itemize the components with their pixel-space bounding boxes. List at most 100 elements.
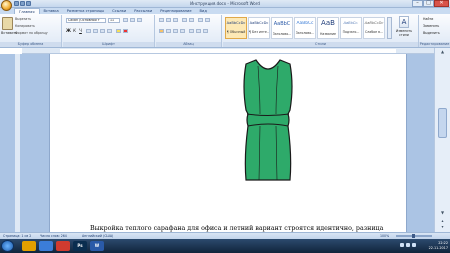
style-subtle-emphasis[interactable]: AaBbCcDc Слабое в... bbox=[363, 17, 385, 39]
sort-icon[interactable] bbox=[198, 18, 203, 22]
scroll-up-icon[interactable]: ▲ bbox=[438, 49, 447, 55]
subscript-icon[interactable] bbox=[93, 29, 98, 33]
style-sample: AaBbCcDc bbox=[249, 21, 269, 25]
underline-button[interactable]: Ч bbox=[78, 28, 83, 33]
photoshop-icon[interactable]: Ps bbox=[73, 241, 87, 251]
style-name: Слабое в... bbox=[364, 30, 384, 34]
document-area: Выкройка теплого сарафана для офиса и ле… bbox=[22, 54, 434, 232]
style-subtitle[interactable]: AaBbCc. Подзаго... bbox=[340, 17, 362, 39]
network-icon[interactable] bbox=[406, 243, 410, 247]
window-controls: – □ ✕ bbox=[412, 0, 449, 7]
style-name: ¶ Обычный bbox=[226, 30, 246, 34]
style-sample: AaBbCcDc bbox=[226, 21, 246, 25]
zoom-slider-thumb[interactable] bbox=[412, 234, 415, 238]
copy-button[interactable]: Копировать bbox=[15, 24, 35, 28]
close-button[interactable]: ✕ bbox=[434, 0, 449, 7]
superscript-icon[interactable] bbox=[100, 29, 105, 33]
style-no-spacing[interactable]: AaBbCcDc ¶ Без инте... bbox=[248, 17, 270, 39]
italic-button[interactable]: К bbox=[72, 28, 77, 33]
dress-image[interactable] bbox=[228, 56, 308, 234]
styles-group: AaBbCcDc ¶ Обычный AaBbCcDc ¶ Без инте..… bbox=[223, 15, 419, 47]
start-button[interactable] bbox=[1, 240, 14, 252]
scrollbar-thumb[interactable] bbox=[438, 108, 447, 138]
clock-date: 22.11.2017 bbox=[428, 246, 448, 250]
system-tray-icons bbox=[400, 243, 416, 247]
justify-icon[interactable] bbox=[180, 29, 185, 33]
style-heading-2[interactable]: AaBbCc Заголово... bbox=[294, 17, 316, 39]
office-button[interactable] bbox=[1, 0, 12, 11]
window-title: Инструкция.docx - Microsoft Word bbox=[190, 1, 260, 6]
font-color-icon[interactable] bbox=[123, 29, 128, 33]
vertical-scrollbar[interactable]: ▲ ▼ ▴ ▾ bbox=[434, 48, 450, 232]
volume-icon[interactable] bbox=[412, 243, 416, 247]
editing-group-label: Редактирование bbox=[419, 42, 450, 47]
change-styles-button[interactable]: A Изменить стили bbox=[395, 16, 413, 37]
ruler-text-area bbox=[60, 49, 396, 53]
multilevel-list-icon[interactable] bbox=[173, 18, 178, 22]
font-name-dropdown[interactable]: Calibri (Основной т bbox=[66, 18, 106, 23]
status-bar: Страница: 1 из 2 Число слов: 264 Английс… bbox=[0, 232, 450, 239]
styles-scroll-icon[interactable] bbox=[387, 17, 392, 39]
increase-indent-icon[interactable] bbox=[189, 18, 194, 22]
maximize-button[interactable]: □ bbox=[423, 0, 434, 7]
bold-button[interactable]: Ж bbox=[66, 28, 71, 33]
styles-group-label: Стили bbox=[223, 42, 418, 47]
change-styles-icon: A bbox=[399, 16, 409, 28]
shading-icon[interactable] bbox=[196, 29, 201, 33]
clipboard-group-label: Буфер обмена bbox=[0, 42, 61, 47]
style-name: Подзаго... bbox=[342, 30, 360, 34]
clear-formatting-icon[interactable] bbox=[137, 18, 142, 22]
font-size-dropdown[interactable]: 11 bbox=[108, 18, 120, 23]
next-page-icon[interactable]: ▾ bbox=[438, 224, 447, 230]
style-sample: AaBbCcDc bbox=[364, 21, 384, 25]
clock[interactable]: 22:22 22.11.2017 bbox=[429, 241, 448, 251]
borders-icon[interactable] bbox=[203, 29, 208, 33]
change-case-icon[interactable] bbox=[107, 29, 112, 33]
format-painter-button[interactable]: Формат по образцу bbox=[15, 31, 48, 35]
style-sample: АаВ bbox=[321, 19, 335, 27]
paragraph-group-label: Абзац bbox=[156, 42, 221, 47]
line-spacing-icon[interactable] bbox=[189, 29, 194, 33]
style-normal[interactable]: AaBbCcDc ¶ Обычный bbox=[225, 17, 247, 39]
font-group-label: Шрифт bbox=[63, 42, 154, 47]
explorer-icon[interactable] bbox=[22, 241, 36, 251]
style-name: Название bbox=[320, 32, 336, 36]
grow-font-icon[interactable] bbox=[123, 18, 128, 22]
show-marks-icon[interactable] bbox=[205, 18, 210, 22]
language-icon[interactable] bbox=[400, 243, 404, 247]
word-icon[interactable]: W bbox=[90, 241, 104, 251]
shrink-font-icon[interactable] bbox=[130, 18, 135, 22]
style-sample: AaBbCc bbox=[296, 21, 314, 26]
ie-icon[interactable] bbox=[39, 241, 53, 251]
ruler-strip bbox=[15, 54, 20, 234]
decrease-indent-icon[interactable] bbox=[182, 18, 187, 22]
replace-button[interactable]: Заменить bbox=[423, 24, 439, 28]
strikethrough-icon[interactable] bbox=[86, 29, 91, 33]
ribbon: Вставить Вырезать Копировать Формат по о… bbox=[0, 14, 450, 48]
style-sample: AaBbCc. bbox=[343, 21, 359, 25]
numbering-icon[interactable] bbox=[166, 18, 171, 22]
align-right-icon[interactable] bbox=[173, 29, 178, 33]
media-player-icon[interactable] bbox=[56, 241, 70, 251]
style-name: Заголово... bbox=[272, 32, 292, 36]
cut-button[interactable]: Вырезать bbox=[15, 17, 31, 21]
vertical-ruler[interactable] bbox=[0, 54, 22, 234]
minimize-button[interactable]: – bbox=[412, 0, 423, 7]
document-caption[interactable]: Выкройка теплого сарафана для офиса и ле… bbox=[90, 225, 400, 232]
align-center-icon[interactable] bbox=[166, 29, 171, 33]
scroll-down-icon[interactable]: ▼ bbox=[438, 210, 447, 216]
align-left-icon[interactable] bbox=[159, 29, 164, 33]
document-page[interactable]: Выкройка теплого сарафана для офиса и ле… bbox=[49, 54, 407, 232]
style-name: Заголово... bbox=[295, 31, 315, 35]
paste-icon[interactable] bbox=[2, 17, 13, 30]
style-heading-1[interactable]: AaBbC Заголово... bbox=[271, 17, 293, 39]
find-button[interactable]: Найти bbox=[423, 17, 433, 21]
taskbar: Ps W 22:22 22.11.2017 bbox=[0, 239, 450, 253]
select-button[interactable]: Выделить bbox=[423, 31, 440, 35]
clipboard-group: Вставить Вырезать Копировать Формат по о… bbox=[0, 15, 62, 47]
highlight-icon[interactable] bbox=[116, 29, 121, 33]
bullets-icon[interactable] bbox=[159, 18, 164, 22]
style-title[interactable]: АаВ Название bbox=[317, 17, 339, 39]
zoom-slider[interactable] bbox=[396, 234, 432, 238]
title-bar: Инструкция.docx - Microsoft Word – □ ✕ bbox=[0, 0, 450, 11]
